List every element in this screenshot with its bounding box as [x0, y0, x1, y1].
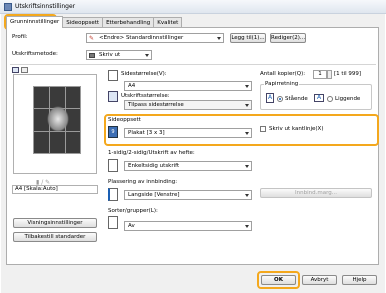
printer-view-icon[interactable] [21, 67, 28, 73]
collate-dropdown[interactable]: Av [124, 221, 252, 231]
profile-dropdown[interactable]: ✎ <Endre> Standardinnstillinger [86, 33, 224, 43]
print-border-checkbox[interactable] [260, 126, 266, 132]
chevron-down-icon [245, 85, 249, 88]
window-title: Utskriftsinnstillinger [15, 3, 76, 10]
chevron-down-icon [145, 54, 149, 57]
pencil-icon: ✎ [89, 35, 95, 42]
orientation-label: Papirretning [264, 81, 300, 87]
ok-button[interactable]: OK [261, 275, 296, 285]
collate-label: Sorter/grupper(L): [108, 208, 158, 214]
printer-icon [4, 3, 12, 11]
output-method-label: Utskriftsmetode: [12, 51, 58, 57]
page-layout-label: Sideoppsett [108, 117, 141, 123]
copies-input[interactable]: 1 [313, 70, 327, 79]
add-profile-button[interactable]: Legg til(1)... [230, 33, 266, 43]
divider [10, 64, 376, 65]
landscape-radio[interactable] [327, 96, 333, 102]
copies-value: 1 [318, 71, 322, 77]
page-layout-value: Plakat [3 x 3] [128, 130, 165, 136]
page-size-value: A4 [128, 83, 136, 89]
binding-value: Langside [Venstre] [128, 192, 180, 198]
duplex-label: 1-sidig/2-sidig/Utskrift av hefte: [108, 150, 195, 156]
output-size-icon [108, 91, 118, 102]
tab-basic-settings[interactable]: Grunninnstillinger [6, 16, 64, 28]
preview-caption-box: A4 [Skala:Auto] [12, 185, 98, 194]
page-layout-dropdown[interactable]: Plakat [3 x 3] [124, 128, 252, 138]
collate-icon [108, 216, 118, 229]
binding-icon [108, 188, 118, 201]
view-settings-button[interactable]: Visningsinnstillinger [13, 218, 97, 228]
flower-image [47, 106, 69, 132]
help-button[interactable]: Hjelp [342, 275, 377, 285]
layout-view-icon[interactable] [12, 67, 19, 73]
poster-layout-icon: 9 [108, 126, 118, 138]
duplex-dropdown[interactable]: Enkeltsidig utskrift [124, 161, 252, 171]
chevron-down-icon [245, 104, 249, 107]
collate-value: Av [128, 223, 135, 229]
profile-value: <Endre> Standardinnstillinger [99, 35, 184, 41]
binding-dropdown[interactable]: Langside [Venstre] [124, 190, 252, 200]
preview-caption: A4 [Skala:Auto] [15, 186, 58, 192]
page-size-dropdown[interactable]: A4 [124, 81, 252, 91]
print-border-label: Skriv ut kantlinje(X) [269, 126, 324, 132]
output-method-value: Skriv ut [99, 52, 121, 58]
profile-label: Profil: [12, 34, 28, 40]
output-method-dropdown[interactable]: Skriv ut [86, 50, 152, 60]
duplex-icon [108, 159, 118, 172]
print-icon [89, 53, 95, 58]
page-size-label: Sidestørrelse(V): [121, 71, 167, 77]
page-size-icon [108, 70, 118, 81]
edit-profile-button[interactable]: Rediger(2)... [270, 33, 306, 43]
poster-grid-preview [33, 86, 81, 154]
restore-defaults-button[interactable]: Tilbakestill standarder [13, 232, 97, 242]
chevron-down-icon [245, 132, 249, 135]
copies-range: [1 til 999] [334, 71, 361, 77]
output-size-value: Tilpass sidestørrelse [128, 102, 184, 108]
copies-stepper[interactable] [327, 70, 332, 79]
cancel-button[interactable]: Avbryt [302, 275, 337, 285]
chevron-down-icon [245, 165, 249, 168]
portrait-icon: A [266, 93, 274, 103]
copies-label: Antall kopier(Q): [260, 71, 306, 77]
chevron-down-icon [245, 225, 249, 228]
chevron-down-icon [245, 194, 249, 197]
binding-label: Plassering av innbinding: [108, 179, 178, 185]
title-bar: Utskriftsinnstillinger [0, 0, 386, 14]
portrait-radio[interactable] [277, 96, 283, 102]
output-size-dropdown[interactable]: Tilpass sidestørrelse [124, 100, 252, 110]
duplex-value: Enkeltsidig utskrift [128, 163, 180, 169]
chevron-down-icon [217, 37, 221, 40]
portrait-label: Stående [285, 96, 308, 102]
binding-margin-button[interactable]: Innbind.marg... [260, 188, 372, 198]
output-size-label: Utskriftsstørrelse: [121, 93, 170, 99]
landscape-label: Liggende [335, 96, 361, 102]
landscape-icon: A [314, 94, 324, 102]
